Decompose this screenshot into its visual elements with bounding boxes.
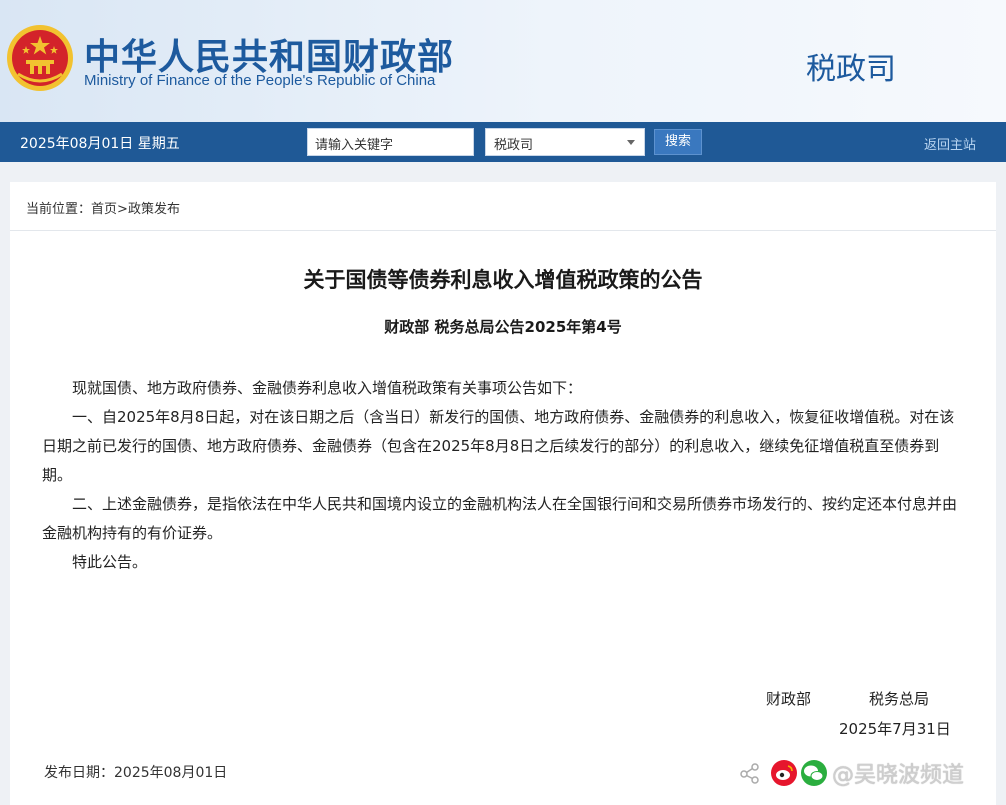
share-icon (740, 763, 759, 784)
content-panel: 当前位置：首页>政策发布 关于国债等债券利息收入增值税政策的公告 财政部 税务总… (10, 182, 996, 805)
return-home-link[interactable]: 返回主站 (924, 134, 976, 153)
ministry-name-en: Ministry of Finance of the People's Repu… (84, 72, 436, 89)
department-select-value: 税政司 (494, 138, 534, 153)
divider (10, 230, 996, 231)
nav-bar: 2025年08月01日 星期五 请输入关键字 税政司 搜索 返回主站 (0, 122, 1006, 162)
department-select[interactable]: 税政司 (485, 128, 645, 156)
publish-date: 发布日期：2025年08月01日 (44, 765, 228, 781)
chevron-down-icon (627, 140, 635, 145)
breadcrumb-home-link[interactable]: 首页 (91, 202, 117, 217)
watermark-text: @吴晓波频道 (832, 763, 965, 788)
signature-org-mof: 财政部 (766, 690, 812, 708)
article-paragraph: 现就国债、地方政府债券、金融债券利息收入增值税政策有关事项公告如下： (72, 379, 583, 397)
search-button[interactable]: 搜索 (654, 129, 702, 155)
article-paragraph: 一、自2025年8月8日起，对在该日期之后（含当日）新发行的国债、地方政府债券、… (42, 408, 955, 484)
article-paragraph: 二、上述金融债券，是指依法在中华人民共和国境内设立的金融机构法人在全国银行间和交… (42, 495, 958, 542)
weibo-icon (771, 760, 797, 786)
watermark: @吴晓波频道 (738, 753, 964, 793)
department-title: 税政司 (806, 52, 896, 87)
wechat-icon (801, 760, 827, 786)
site-header: 中华人民共和国财政部 Ministry of Finance of the Pe… (0, 0, 1006, 122)
article-title: 关于国债等债券利息收入增值税政策的公告 (303, 268, 703, 292)
signature-orgs: 财政部 税务总局 (766, 688, 929, 709)
breadcrumb: 当前位置：首页>政策发布 (26, 198, 180, 217)
article-body: 现就国债、地方政府债券、金融债券利息收入增值税政策有关事项公告如下： 一、自20… (42, 374, 962, 577)
article-paragraph: 特此公告。 (72, 553, 148, 571)
breadcrumb-current-link[interactable]: 政策发布 (128, 202, 180, 217)
signature-org-sat: 税务总局 (869, 690, 930, 708)
national-emblem-icon (7, 25, 73, 91)
signature-date: 2025年7月31日 (839, 720, 951, 738)
breadcrumb-separator: > (117, 202, 128, 217)
document-number: 财政部 税务总局公告2025年第4号 (384, 318, 622, 336)
breadcrumb-label: 当前位置： (26, 202, 92, 217)
search-input[interactable]: 请输入关键字 (307, 128, 474, 156)
current-date: 2025年08月01日 星期五 (20, 136, 180, 152)
